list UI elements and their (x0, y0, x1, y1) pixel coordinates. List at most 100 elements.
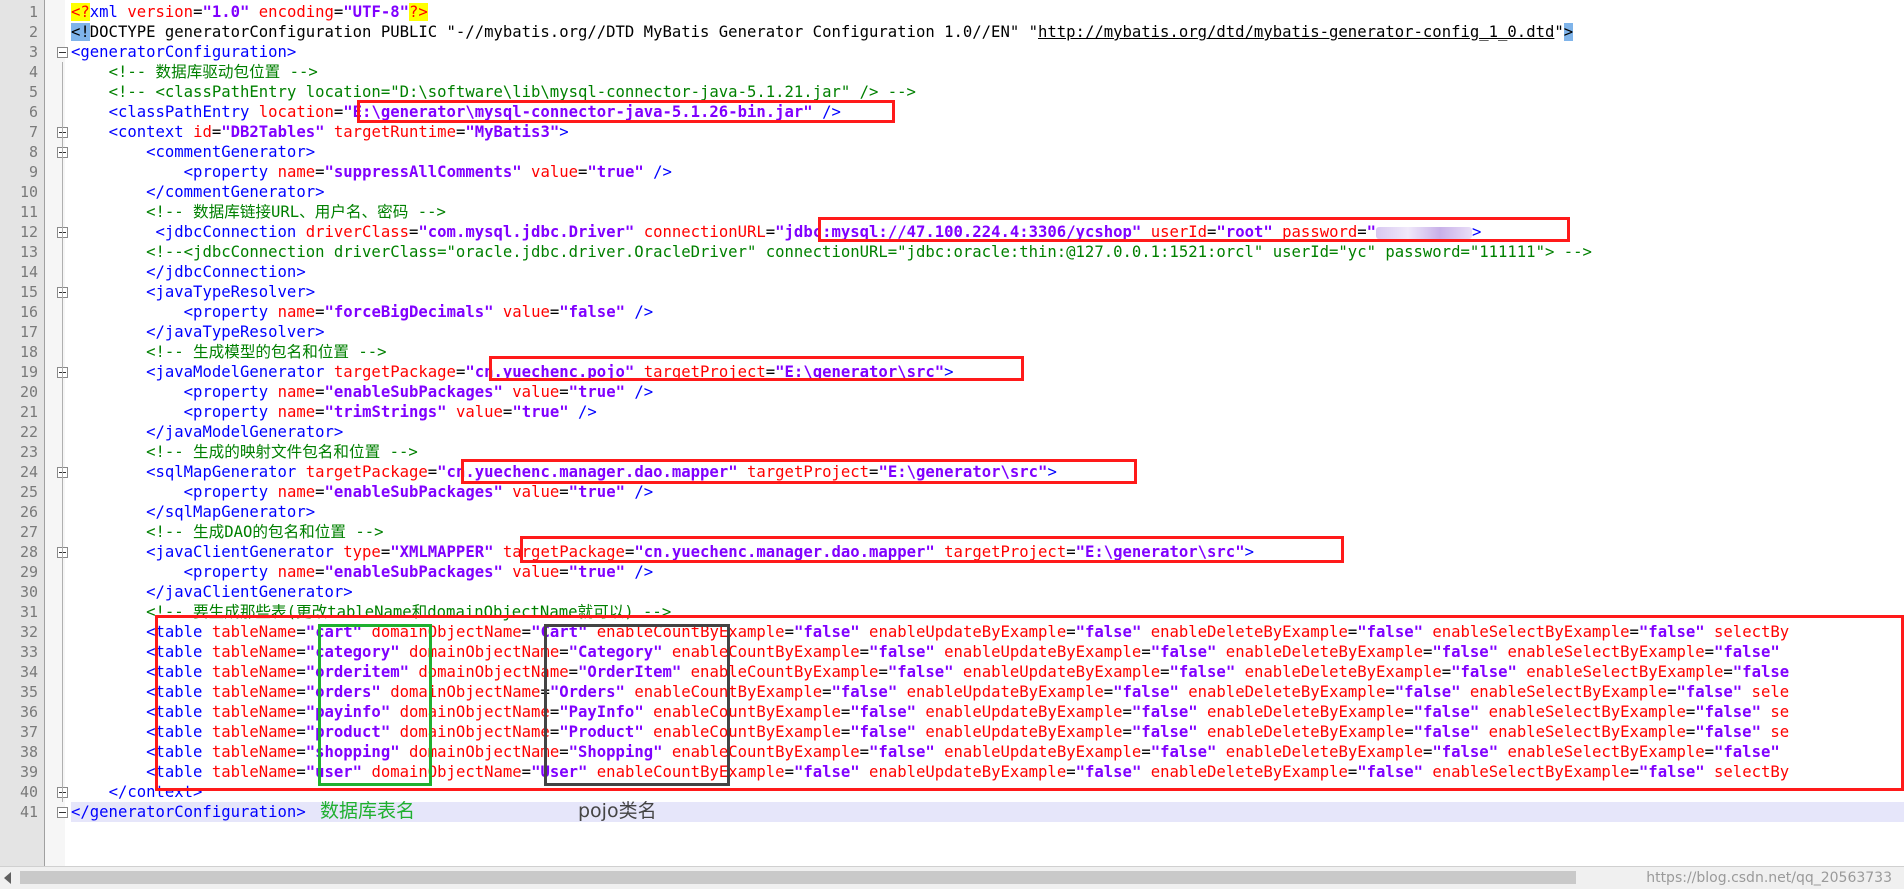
code-token: "false" (559, 303, 625, 321)
line-number: 7 (28, 123, 38, 141)
code-token: "enableSubPackages" (324, 563, 503, 581)
code-line[interactable]: </javaClientGenerator> (71, 582, 353, 602)
code-token: "XMLMAPPER" (390, 543, 494, 561)
line-number: 1 (28, 3, 38, 21)
code-token: > (1563, 23, 1574, 41)
code-token: /> (624, 563, 654, 581)
code-line[interactable]: <!-- 数据库驱动包位置 --> (71, 62, 318, 82)
line-number: 39 (19, 763, 38, 781)
code-token: <!-- 生成模型的包名和位置 --> (146, 343, 387, 361)
code-line[interactable]: <!-- <classPathEntry location="D:\softwa… (71, 82, 916, 102)
code-token: = (380, 543, 391, 561)
code-token: /> (568, 403, 597, 421)
code-line[interactable]: <!-- 生成模型的包名和位置 --> (71, 342, 387, 362)
scrollbar-thumb[interactable] (20, 871, 1576, 884)
line-number: 13 (19, 243, 38, 261)
code-token: <javaTypeResolver> (146, 283, 316, 301)
code-token: "true" (512, 403, 569, 421)
code-token: "DB2Tables" (221, 123, 325, 141)
code-token: = (333, 103, 344, 121)
horizontal-scrollbar[interactable]: https://blog.csdn.net/qq_20563733 (0, 866, 1904, 889)
code-line[interactable]: <property name="suppressAllComments" val… (71, 162, 672, 182)
code-line[interactable]: <property name="enableSubPackages" value… (71, 482, 653, 502)
fold-toggle-icon[interactable] (57, 47, 68, 58)
line-number: 18 (19, 343, 38, 361)
code-token: = (559, 483, 569, 501)
code-token: = (315, 163, 325, 181)
code-token: = (409, 223, 419, 241)
code-token: <commentGenerator> (146, 143, 316, 161)
code-token: "UTF-8" (343, 3, 410, 21)
code-line[interactable]: </jdbcConnection> (71, 262, 306, 282)
code-line[interactable]: <!--<jdbcConnection driverClass="oracle.… (71, 242, 1592, 262)
highlight-client-package (520, 536, 1344, 563)
code-line[interactable]: <commentGenerator> (71, 142, 315, 162)
fold-toggle-icon[interactable] (57, 807, 68, 818)
code-line[interactable]: <!-- 数据库链接URL、用户名、密码 --> (71, 202, 446, 222)
code-line[interactable]: <context id="DB2Tables" targetRuntime="M… (71, 122, 569, 142)
code-token: targetRuntime (324, 123, 456, 141)
line-number: 30 (19, 583, 38, 601)
line-number: 34 (19, 663, 38, 681)
code-line[interactable]: <!-- 生成的映射文件包名和位置 --> (71, 442, 418, 462)
code-token: targetPackage (333, 363, 456, 381)
code-line[interactable]: </commentGenerator> (71, 182, 324, 202)
code-token: <! (71, 23, 90, 41)
code-token: = (315, 403, 325, 421)
code-line[interactable]: <?xml version="1.0" encoding="UTF-8"?> (71, 2, 428, 22)
line-number: 8 (28, 143, 38, 161)
code-token: /> (643, 163, 672, 181)
code-line[interactable]: <property name="enableSubPackages" value… (71, 382, 653, 402)
line-number: 38 (19, 743, 38, 761)
code-token: = (765, 223, 776, 241)
code-token: = (315, 303, 325, 321)
code-line[interactable]: <!DOCTYPE generatorConfiguration PUBLIC … (71, 22, 1574, 42)
code-line[interactable]: </javaTypeResolver> (71, 322, 325, 342)
code-line[interactable]: </javaModelGenerator> (71, 422, 343, 442)
code-token: value (502, 563, 560, 581)
code-token: "enableSubPackages" (324, 383, 503, 401)
code-line[interactable]: </sqlMapGenerator> (71, 502, 315, 522)
code-token: <? (71, 3, 90, 21)
line-number: 19 (19, 363, 38, 381)
line-number: 37 (19, 723, 38, 741)
highlight-classpath-location (357, 100, 895, 123)
code-token: </javaTypeResolver> (146, 323, 325, 341)
code-token: = (315, 563, 325, 581)
code-token: </jdbcConnection> (146, 263, 306, 281)
scroll-left-arrow-icon[interactable] (4, 872, 11, 884)
code-token: = (427, 463, 438, 481)
code-token: "true" (568, 483, 625, 501)
code-line[interactable]: <generatorConfiguration> (71, 42, 296, 62)
code-token: name (277, 303, 316, 321)
code-line[interactable]: <property name="trimStrings" value="true… (71, 402, 597, 422)
line-number-gutter: 1 2 3 4 5 6 7 8 9 10 11 12 13 14 15 16 17 18 19 20 21 22 23 24 2… (0, 0, 45, 866)
code-token: = (578, 163, 588, 181)
line-number: 14 (19, 263, 38, 281)
code-line[interactable]: <!-- 生成DAO的包名和位置 --> (71, 522, 383, 542)
code-token: id (193, 123, 212, 141)
code-token: <!-- 数据库链接URL、用户名、密码 --> (146, 203, 446, 221)
line-number: 41 (19, 803, 38, 821)
code-line[interactable]: <javaTypeResolver> (71, 282, 315, 302)
line-number: 20 (19, 383, 38, 401)
line-number: 5 (28, 83, 38, 101)
code-line[interactable]: <property name="forceBigDecimals" value=… (71, 302, 653, 322)
fold-guide-line (62, 62, 63, 802)
code-line[interactable]: <property name="enableSubPackages" value… (71, 562, 653, 582)
